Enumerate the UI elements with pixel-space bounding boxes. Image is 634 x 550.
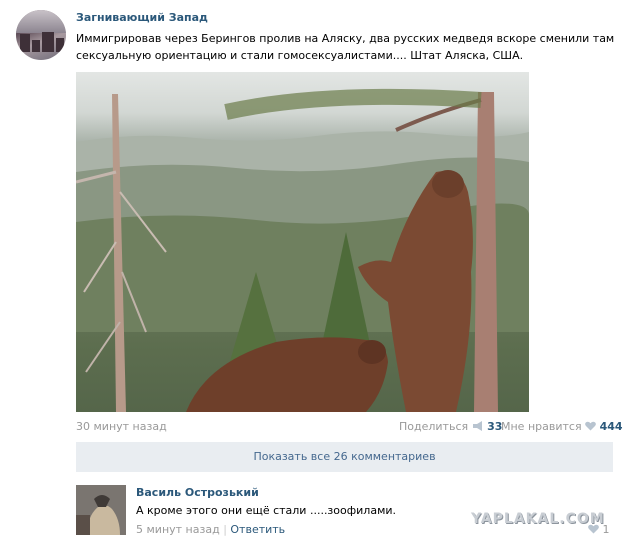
comment-text: А кроме этого они ещё стали .....зоофила… xyxy=(136,504,397,517)
like-label: Мне нравится xyxy=(501,420,582,433)
heart-icon xyxy=(585,420,600,433)
post-time[interactable]: 30 минут назад xyxy=(76,420,167,433)
post-photo[interactable] xyxy=(76,72,529,412)
comment-time[interactable]: 5 минут назад xyxy=(136,523,220,536)
comment-avatar[interactable] xyxy=(76,485,126,535)
share-button[interactable]: Поделиться 33 xyxy=(399,420,502,433)
megaphone-icon xyxy=(472,420,488,433)
reply-link[interactable]: Ответить xyxy=(230,523,285,536)
site-watermark: YAPLAKAL.COM xyxy=(471,511,605,527)
like-button[interactable]: Мне нравится 444 xyxy=(501,420,623,433)
show-all-comments-button[interactable]: Показать все 26 комментариев xyxy=(76,442,613,472)
like-count: 444 xyxy=(599,420,623,433)
share-label: Поделиться xyxy=(399,420,469,433)
comment-author[interactable]: Василь Острозький xyxy=(136,486,259,499)
community-avatar[interactable] xyxy=(16,10,66,60)
post-text: Иммигрировав через Берингов пролив на Ал… xyxy=(76,32,615,62)
comment-meta: 5 минут назад | Ответить xyxy=(136,523,285,536)
post-author[interactable]: Загнивающий Запад xyxy=(76,11,208,24)
